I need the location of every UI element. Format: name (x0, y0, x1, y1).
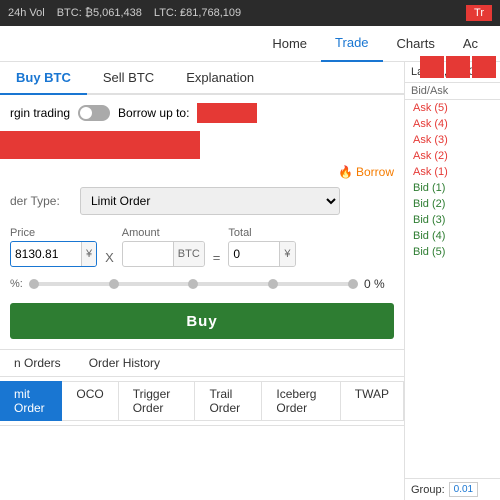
margin-row: rgin trading Borrow up to: (0, 95, 404, 131)
price-input-wrap: ¥ (10, 241, 97, 267)
borrow-area: 🔥 Borrow (0, 165, 404, 179)
slider-dot-0 (29, 279, 39, 289)
order-type-tab-trigger[interactable]: Trigger Order (118, 381, 196, 421)
eq-symbol: = (213, 250, 221, 267)
fire-icon: 🔥 (338, 165, 353, 179)
group-label: Group: (411, 484, 445, 496)
bid-4[interactable]: Bid (4) (405, 228, 500, 244)
main-layout: Buy BTC Sell BTC Explanation rgin tradin… (0, 62, 500, 500)
ask-3[interactable]: Ask (3) (405, 132, 500, 148)
tabs-row: Buy BTC Sell BTC Explanation (0, 62, 404, 95)
top-bar-left: 24h Vol BTC: ₿5,061,438 LTC: ₤81,768,109 (8, 7, 241, 19)
slider-dot-50 (188, 279, 198, 289)
total-unit: ¥ (279, 242, 294, 266)
ask-4[interactable]: Ask (4) (405, 116, 500, 132)
top-right-btn-3[interactable] (472, 56, 496, 78)
amount-unit: BTC (173, 242, 204, 266)
percent-value: 0 % (364, 277, 394, 291)
total-col: Total ¥ (228, 227, 295, 267)
order-type-tab-oco[interactable]: OCO (61, 381, 118, 421)
order-type-tabs: mit Order OCO Trigger Order Trail Order … (0, 377, 404, 426)
bottom-section: n Orders Order History mit Order OCO Tri… (0, 349, 404, 426)
percent-label: %: (10, 278, 23, 290)
btc-val: BTC: ₿5,061,438 (57, 7, 142, 19)
order-type-tab-trail[interactable]: Trail Order (194, 381, 262, 421)
amount-input[interactable] (123, 247, 173, 261)
tab-explanation[interactable]: Explanation (170, 62, 270, 95)
buy-btn-row: Buy (0, 293, 404, 349)
nav-trade[interactable]: Trade (321, 26, 382, 62)
bid-1[interactable]: Bid (1) (405, 180, 500, 196)
price-col: Price ¥ (10, 227, 97, 267)
nav-home[interactable]: Home (258, 26, 321, 62)
tab-sell-btc[interactable]: Sell BTC (87, 62, 170, 95)
price-input[interactable] (11, 247, 81, 261)
top-right-btn-1[interactable] (420, 56, 444, 78)
bid-2[interactable]: Bid (2) (405, 196, 500, 212)
percent-row: %: 0 % (0, 275, 404, 293)
ask-5[interactable]: Ask (5) (405, 100, 500, 116)
margin-label: rgin trading (10, 106, 70, 120)
bid-3[interactable]: Bid (3) (405, 212, 500, 228)
bid-5[interactable]: Bid (5) (405, 244, 500, 260)
slider-dot-75 (268, 279, 278, 289)
bid-ask-header: Bid/Ask (405, 83, 500, 100)
slider-dots (29, 279, 358, 289)
amount-label: Amount (122, 227, 205, 239)
tab-buy-btc[interactable]: Buy BTC (0, 62, 87, 95)
top-right-btn-2[interactable] (446, 56, 470, 78)
order-type-tab-iceberg[interactable]: Iceberg Order (261, 381, 340, 421)
price-label: Price (10, 227, 97, 239)
borrow-label: Borrow up to: (118, 106, 189, 120)
slider-track[interactable] (29, 282, 358, 286)
vol-24h: 24h Vol (8, 7, 45, 19)
order-type-select[interactable]: Limit Order Market Order Stop Order (80, 187, 340, 215)
top-right-buttons (416, 52, 500, 82)
bottom-tab-open-orders[interactable]: n Orders (0, 350, 75, 376)
total-input[interactable] (229, 247, 279, 261)
order-type-label: der Type: (10, 194, 70, 208)
total-input-wrap: ¥ (228, 241, 295, 267)
price-unit: ¥ (81, 242, 96, 266)
order-book-panel: Last: 6,131.00 Bid/Ask Ask (5) Ask (4) A… (405, 62, 500, 500)
red-balance-bar (0, 131, 200, 159)
borrow-input[interactable] (197, 103, 257, 123)
order-type-row: der Type: Limit Order Market Order Stop … (0, 183, 404, 219)
borrow-btn-label: Borrow (356, 165, 394, 179)
top-bar: 24h Vol BTC: ₿5,061,438 LTC: ₤81,768,109… (0, 0, 500, 26)
bottom-tab-order-history[interactable]: Order History (75, 350, 174, 376)
order-type-tab-limit[interactable]: mit Order (0, 381, 62, 421)
order-type-tab-twap[interactable]: TWAP (340, 381, 404, 421)
ask-2[interactable]: Ask (2) (405, 148, 500, 164)
bottom-tabs-row: n Orders Order History (0, 350, 404, 377)
ltc-val: LTC: ₤81,768,109 (154, 7, 241, 19)
total-label: Total (228, 227, 295, 239)
buy-button[interactable]: Buy (10, 303, 394, 339)
margin-toggle[interactable] (78, 105, 110, 121)
amount-input-wrap: BTC (122, 241, 205, 267)
slider-dot-25 (109, 279, 119, 289)
ask-1[interactable]: Ask (1) (405, 164, 500, 180)
group-row: Group: 0.01 (405, 478, 500, 500)
trade-button-top[interactable]: Tr (466, 5, 492, 21)
left-panel: Buy BTC Sell BTC Explanation rgin tradin… (0, 62, 405, 500)
x-symbol: X (105, 250, 114, 267)
group-value[interactable]: 0.01 (449, 482, 478, 497)
slider-dot-100 (348, 279, 358, 289)
price-amount-total-row: Price ¥ X Amount BTC = Total ¥ (0, 219, 404, 275)
borrow-button[interactable]: 🔥 Borrow (338, 165, 394, 179)
amount-col: Amount BTC (122, 227, 205, 267)
